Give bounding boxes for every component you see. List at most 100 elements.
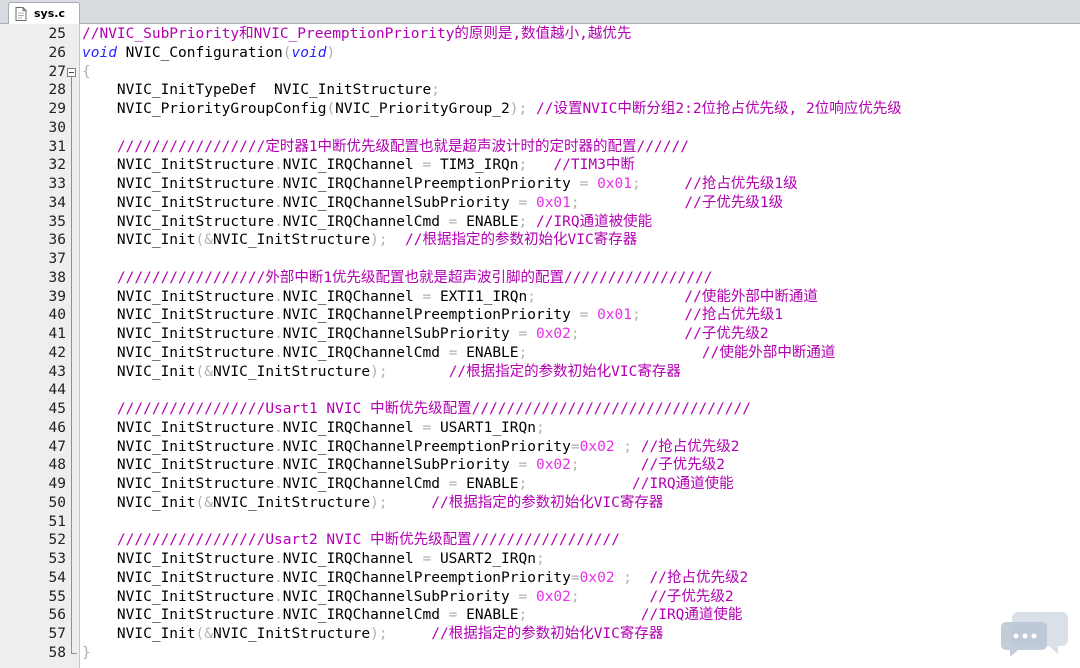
code-text: NVIC_IRQChannelCmd <box>282 607 449 624</box>
code-punctuation: . <box>274 438 283 455</box>
code-text: NVIC_IRQChannel <box>282 157 423 174</box>
code-keyword: void <box>291 44 327 61</box>
code-text: NVIC_InitStructure <box>82 438 275 455</box>
code-text: NVIC_IRQChannel <box>282 551 423 567</box>
code-punctuation: ; <box>623 438 633 455</box>
line-number: 45 <box>48 401 66 417</box>
code-punctuation: = <box>570 569 580 586</box>
line-number: 57 <box>48 626 66 642</box>
code-punctuation: = <box>422 288 432 305</box>
code-text-line: NVIC_Init(&NVIC_InitStructure); //根据指定的参… <box>82 231 637 250</box>
code-text: ENABLE <box>457 213 519 230</box>
fold-collapse-icon[interactable] <box>67 67 76 77</box>
code-comment: /////////////////Usart2 NVIC 中断优先级配置////… <box>116 532 620 549</box>
code-line: 49 NVIC_InitStructure.NVIC_IRQChannelCmd… <box>0 475 1080 494</box>
code-text-line: NVIC_InitStructure.NVIC_IRQChannelPreemp… <box>82 306 783 325</box>
line-number: 37 <box>48 251 66 267</box>
fold-guide <box>71 137 72 157</box>
fold-guide <box>71 418 72 438</box>
fold-guide <box>71 325 72 344</box>
code-text: NVIC_IRQChannelPreemptionPriority <box>282 176 580 192</box>
code-text: TIM3_IRQn <box>431 157 519 174</box>
code-comment: //子优先级1级 <box>684 194 784 211</box>
code-punctuation: } <box>82 644 91 661</box>
code-punctuation: = <box>518 194 528 211</box>
code-text-line: NVIC_InitStructure.NVIC_IRQChannelSubPri… <box>82 588 734 607</box>
code-text: NVIC_InitStructure <box>82 551 275 567</box>
code-punctuation: = <box>422 419 432 436</box>
line-number: 46 <box>48 419 66 436</box>
code-text-line: NVIC_InitStructure.NVIC_IRQChannel = EXT… <box>82 288 818 307</box>
code-text: NVIC_InitStructure <box>212 232 371 249</box>
code-line: 26 void NVIC_Configuration(void) <box>0 44 1080 63</box>
chat-bubble-icon <box>1001 612 1068 657</box>
code-punctuation: ; <box>518 476 528 492</box>
fold-guide <box>71 100 72 119</box>
code-comment: //抢占优先级2 <box>649 569 749 586</box>
code-punctuation: ; <box>570 457 580 474</box>
code-punctuation: = <box>422 551 432 567</box>
code-text-line: NVIC_PriorityGroupConfig(NVIC_PriorityGr… <box>82 100 902 119</box>
fold-guide <box>71 456 72 475</box>
code-text: NVIC_InitTypeDef NVIC_InitStructure <box>82 82 432 99</box>
code-number: 0x01 <box>535 194 571 211</box>
code-line: 27 { <box>0 63 1080 82</box>
code-text: NVIC_InitStructure <box>82 344 275 361</box>
code-punctuation: = <box>518 588 528 605</box>
line-number: 35 <box>48 213 66 230</box>
code-line: 55 NVIC_InitStructure.NVIC_IRQChannelSub… <box>0 587 1080 607</box>
code-text-line: NVIC_InitStructure.NVIC_IRQChannel = TIM… <box>82 156 635 175</box>
code-comment: //使能外部中断通道 <box>684 288 818 305</box>
code-punctuation: ; <box>623 569 633 586</box>
code-editor[interactable]: 25 //NVIC_SubPriority和NVIC_PreemptionPrio… <box>0 25 1080 663</box>
fold-guide <box>71 231 72 250</box>
code-text: NVIC_IRQChannelCmd <box>282 344 449 361</box>
code-text: NVIC_IRQChannelCmd <box>282 213 449 230</box>
file-icon <box>15 6 27 21</box>
code-text: NVIC_InitStructure <box>212 494 371 511</box>
line-number: 34 <box>48 194 66 211</box>
line-number: 42 <box>48 344 66 361</box>
code-text: NVIC_InitStructure <box>82 476 275 492</box>
code-punctuation: . <box>274 307 283 324</box>
code-text-line: } <box>82 644 91 663</box>
line-number: 49 <box>48 476 66 492</box>
code-text: USART1_IRQn <box>431 419 536 436</box>
code-text-line: NVIC_Init(&NVIC_InitStructure); //根据指定的参… <box>82 494 663 513</box>
code-text-line: /////////////////外部中断1优先级配置也就是超声波引脚的配置//… <box>82 269 713 288</box>
tab-sys-c[interactable]: sys.c <box>8 2 80 24</box>
code-line: 37 <box>0 250 1080 269</box>
fold-guide <box>71 493 72 513</box>
code-text: NVIC_Init <box>82 363 196 380</box>
code-text: NVIC_InitStructure <box>82 213 275 230</box>
tab-bar: sys.c <box>0 0 1080 24</box>
code-comment: //子优先级2 <box>684 326 769 342</box>
code-line: 36 NVIC_Init(&NVIC_InitStructure); //根据指… <box>0 231 1080 250</box>
code-text-line: NVIC_InitStructure.NVIC_IRQChannelCmd = … <box>82 344 835 363</box>
code-comment: //根据指定的参数初始化VIC寄存器 <box>448 363 681 380</box>
code-comment: //子优先级2 <box>640 457 725 474</box>
line-number: 44 <box>48 382 66 399</box>
code-comment: //抢占优先级2 <box>640 438 740 455</box>
code-punctuation: = <box>518 326 528 342</box>
line-number: 47 <box>48 438 66 455</box>
code-text: ENABLE <box>457 476 519 492</box>
fold-guide <box>71 81 72 100</box>
code-punctuation: ; <box>535 419 545 436</box>
code-text: NVIC_IRQChannelCmd <box>282 476 449 492</box>
fold-guide <box>71 512 72 532</box>
code-line: 53 NVIC_InitStructure.NVIC_IRQChannel = … <box>0 550 1080 569</box>
code-punctuation: ; <box>535 551 545 567</box>
code-text-line: /////////////////Usart1 NVIC 中断优先级配置////… <box>82 400 751 419</box>
code-number: 0x02 <box>579 438 615 455</box>
code-punctuation: ); <box>370 626 388 642</box>
